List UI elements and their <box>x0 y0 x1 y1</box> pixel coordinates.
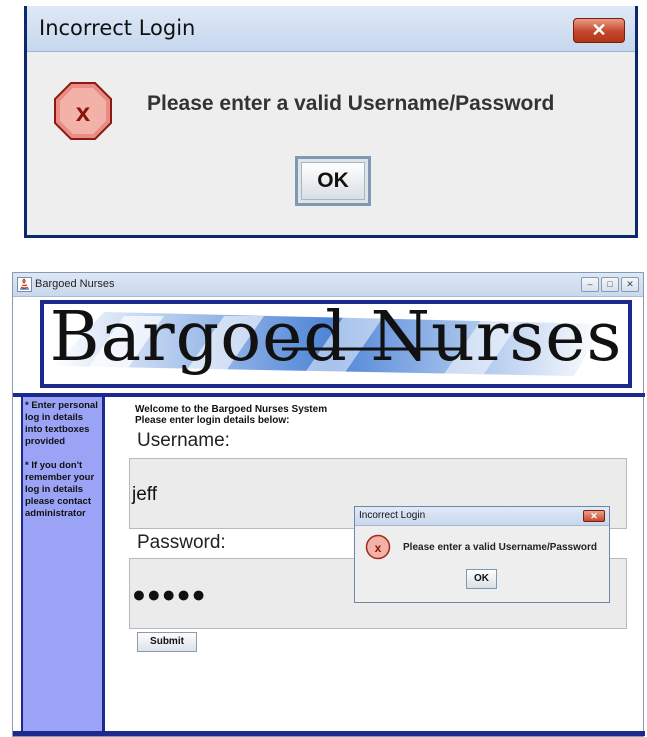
minimize-icon: – <box>587 279 593 289</box>
welcome-line: Welcome to the Bargoed Nurses System <box>135 404 328 415</box>
dialog-titlebar: Incorrect Login ✕ <box>355 507 609 526</box>
maximize-icon: □ <box>607 279 613 289</box>
error-icon: x <box>53 81 113 146</box>
instructions-line: Please enter login details below: <box>135 415 290 426</box>
error-message: Please enter a valid Username/Password <box>403 542 597 553</box>
username-value: jeff <box>132 484 158 505</box>
app-window: Bargoed Nurses – □ ✕ Bargoed Nurses * En… <box>12 272 645 737</box>
bottom-border <box>13 731 645 736</box>
zoomed-error-dialog: Incorrect Login ✕ x Please enter a valid… <box>24 6 638 238</box>
ok-label: OK <box>301 162 365 200</box>
sidebar-note: * If you don't remember your log in deta… <box>25 460 95 519</box>
ok-button[interactable]: OK <box>295 156 371 206</box>
dialog-title: Incorrect Login <box>359 510 426 521</box>
close-button[interactable]: ✕ <box>573 18 625 43</box>
close-button[interactable]: ✕ <box>583 510 605 522</box>
dialog-title: Incorrect Login <box>39 16 196 40</box>
divider <box>13 393 645 397</box>
close-icon: ✕ <box>591 20 607 40</box>
sidebar-note: * Enter personal log in details into tex… <box>25 400 98 447</box>
username-label: Username: <box>137 430 230 451</box>
ok-button[interactable]: OK <box>466 569 497 589</box>
window-title: Bargoed Nurses <box>35 278 115 290</box>
sidebar: * Enter personal log in details into tex… <box>21 397 105 731</box>
password-value: ●●●●● <box>132 581 207 607</box>
svg-text:x: x <box>375 541 382 555</box>
close-icon: ✕ <box>590 511 598 521</box>
error-message: Please enter a valid Username/Password <box>147 92 555 115</box>
error-icon: x <box>365 534 391 565</box>
error-dialog: Incorrect Login ✕ x Please enter a valid… <box>354 506 610 603</box>
window-titlebar: Bargoed Nurses – □ ✕ <box>13 273 643 297</box>
dialog-titlebar: Incorrect Login ✕ <box>27 6 635 52</box>
welcome-text: Welcome to the Bargoed Nurses System Ple… <box>135 404 327 426</box>
minimize-button[interactable]: – <box>581 277 599 292</box>
banner-title: Bargoed Nurses <box>49 300 623 377</box>
window-controls: – □ ✕ <box>581 277 639 292</box>
maximize-button[interactable]: □ <box>601 277 619 292</box>
window-close-button[interactable]: ✕ <box>621 277 639 292</box>
password-label: Password: <box>137 532 226 553</box>
submit-button[interactable]: Submit <box>137 632 197 652</box>
close-icon: ✕ <box>626 279 634 289</box>
svg-text:x: x <box>76 97 91 127</box>
banner: Bargoed Nurses <box>40 300 632 388</box>
java-icon <box>17 277 32 292</box>
